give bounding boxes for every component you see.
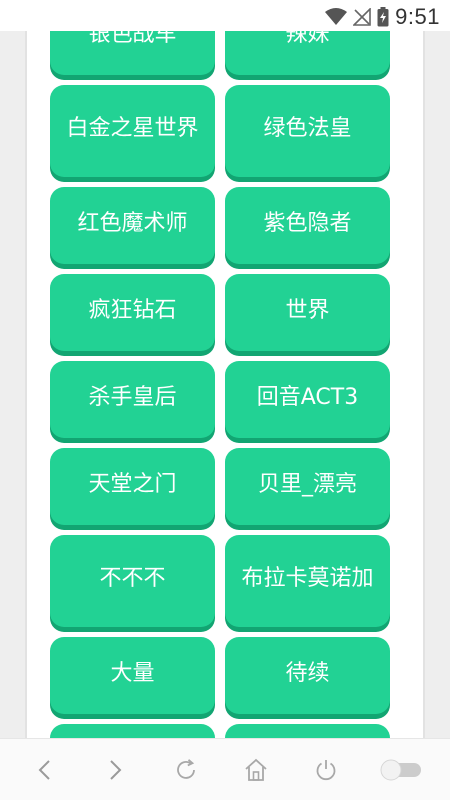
forward-icon xyxy=(110,759,122,780)
bottom-nav-bar xyxy=(0,738,450,800)
stand-button-spicy-girl[interactable]: 辣妹 xyxy=(225,31,390,75)
stand-button-to-be-continued[interactable]: 待续 xyxy=(225,637,390,714)
refresh-icon xyxy=(176,758,195,779)
content-panel: 银色战车 辣妹 白金之星世界 绿色法皇 红色魔术师 紫色隐者 疯狂钻石 世界 杀… xyxy=(25,31,425,738)
stand-button-partial-left[interactable] xyxy=(50,724,215,738)
battery-charging-icon xyxy=(377,7,389,27)
status-icons: 9:51 xyxy=(325,4,440,30)
back-button[interactable] xyxy=(25,750,65,790)
forward-button[interactable] xyxy=(95,750,135,790)
stand-button-hierophant-green[interactable]: 绿色法皇 xyxy=(225,85,390,177)
no-signal-icon xyxy=(353,8,371,26)
back-icon xyxy=(38,759,50,780)
stand-button-partial-right[interactable] xyxy=(225,724,390,738)
power-icon xyxy=(317,759,336,780)
stand-button-crazy-diamond[interactable]: 疯狂钻石 xyxy=(50,274,215,351)
stand-button-grid: 银色战车 辣妹 白金之星世界 绿色法皇 红色魔术师 紫色隐者 疯狂钻石 世界 杀… xyxy=(50,31,390,738)
stand-button-echoes-act3[interactable]: 回音ACT3 xyxy=(225,361,390,438)
stand-button-killer-queen[interactable]: 杀手皇后 xyxy=(50,361,215,438)
power-button[interactable] xyxy=(306,750,346,790)
status-bar: 9:51 xyxy=(0,0,450,31)
status-time: 9:51 xyxy=(395,4,440,29)
wifi-icon xyxy=(325,8,348,26)
stand-button-star-platinum-the-world[interactable]: 白金之星世界 xyxy=(50,85,215,177)
home-icon xyxy=(245,758,267,781)
refresh-button[interactable] xyxy=(166,750,206,790)
stand-button-magicians-red[interactable]: 红色魔术师 xyxy=(50,187,215,264)
stand-button-the-world[interactable]: 世界 xyxy=(225,274,390,351)
stand-button-hermit-purple[interactable]: 紫色隐者 xyxy=(225,187,390,264)
home-button[interactable] xyxy=(236,750,276,790)
toggle-switch[interactable] xyxy=(377,750,425,790)
stand-button-heavens-door[interactable]: 天堂之门 xyxy=(50,448,215,525)
page-background: 银色战车 辣妹 白金之星世界 绿色法皇 红色魔术师 紫色隐者 疯狂钻石 世界 杀… xyxy=(0,31,450,738)
stand-button-bububu[interactable]: 不不不 xyxy=(50,535,215,627)
stand-button-beri-piaoliang[interactable]: 贝里_漂亮 xyxy=(225,448,390,525)
stand-button-daliang[interactable]: 大量 xyxy=(50,637,215,714)
stand-button-silver-chariot[interactable]: 银色战车 xyxy=(50,31,215,75)
stand-button-bulakamonuojia[interactable]: 布拉卡莫诺加 xyxy=(225,535,390,627)
